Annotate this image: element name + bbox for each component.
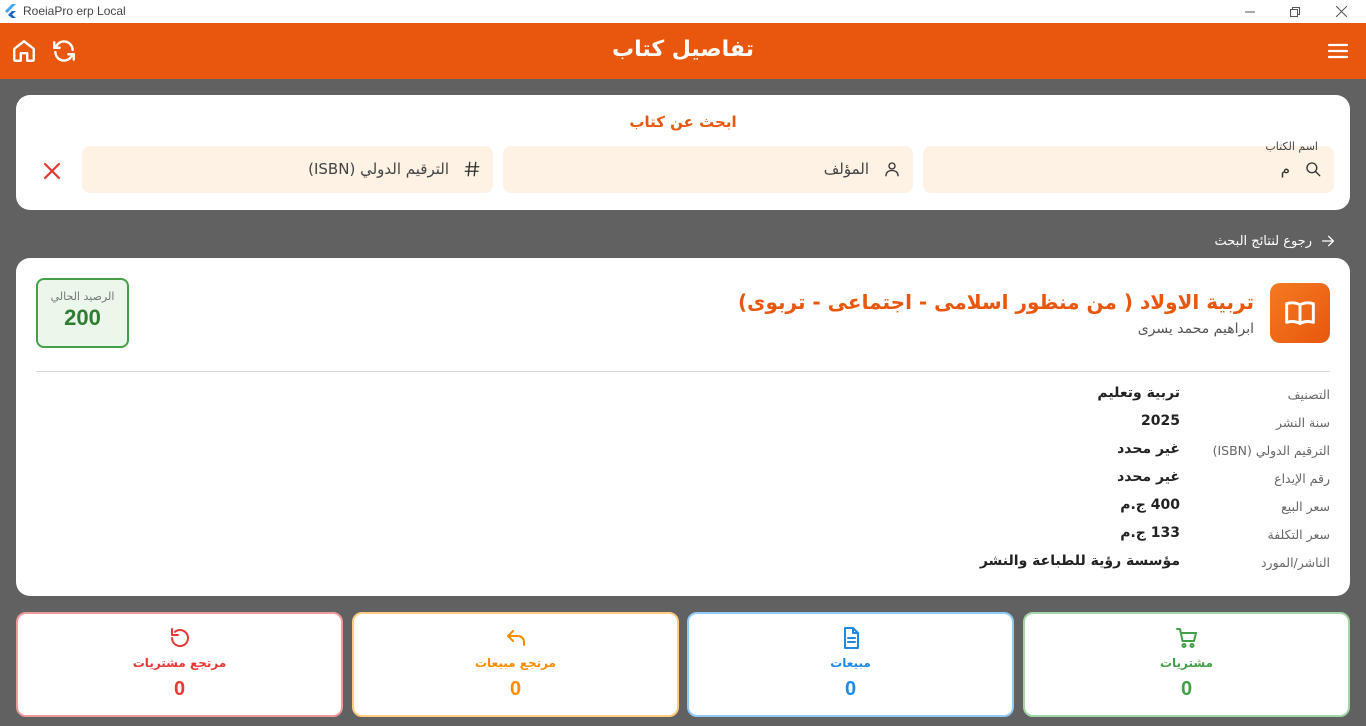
open-book-icon [1285,301,1315,326]
current-balance-box: الرصيد الحالي 200 [36,278,129,348]
info-label: الناشر/المورد [1260,555,1330,570]
stat-card-purchases[interactable]: مشتريات 0 [1023,612,1350,717]
restore-icon [1290,6,1300,17]
clear-search-button[interactable] [42,161,62,181]
back-link-label: رجوع لنتائج البحث [1214,233,1312,249]
stat-card-sales[interactable]: مبيعات 0 [687,612,1014,717]
info-label: التصنيف [1287,387,1330,402]
search-title: ابحث عن كتاب [629,113,737,131]
book-name-label: اسم الكتاب [1265,140,1318,153]
app-bar: تفاصيل كتاب [0,23,1366,79]
book-name-field[interactable]: اسم الكتاب م [923,140,1334,193]
info-label: الترقيم الدولي (ISBN) [1212,443,1330,458]
info-row-deposit-number: رقم الإيداع غير محدد [730,469,1330,489]
window-titlebar: RoeiaPro erp Local [0,0,1366,23]
stat-card-purchase-returns[interactable]: مرتجع مشتريات 0 [16,612,343,717]
stat-value: 0 [1180,678,1193,700]
isbn-input[interactable]: الترقيم الدولي (ISBN) [308,160,449,178]
back-to-results-link[interactable]: رجوع لنتائج البحث [1215,233,1336,249]
minimize-button[interactable] [1227,0,1273,23]
stat-label: مبيعات [830,656,871,670]
info-value: 2025 [1141,413,1180,429]
isbn-field[interactable]: الترقيم الدولي (ISBN) [82,146,493,193]
hash-icon [463,160,481,178]
page-title: تفاصيل كتاب [611,37,755,62]
stat-value: 0 [844,678,857,700]
info-value: 133 ج.م [1120,525,1180,541]
info-label: سعر التكلفة [1267,527,1331,542]
info-row-category: التصنيف تربية وتعليم [730,385,1330,405]
stat-label: مرتجع مشتريات [132,656,227,670]
stat-value: 0 [509,678,522,700]
minimize-icon [1245,11,1255,12]
info-row-isbn: الترقيم الدولي (ISBN) غير محدد [730,441,1330,461]
close-icon [1335,6,1347,17]
balance-label: الرصيد الحالي [50,290,115,303]
balance-value: 200 [64,305,101,330]
book-badge [1270,283,1330,343]
info-value: غير محدد [1117,469,1180,485]
stat-value: 0 [173,678,186,700]
close-icon [43,162,61,180]
refresh-icon [18,626,341,650]
author-field[interactable]: المؤلف [503,146,913,193]
info-label: رقم الإيداع [1274,471,1330,486]
info-value: تربية وتعليم [1097,385,1180,401]
close-window-button[interactable] [1318,0,1364,23]
info-value: 400 ج.م [1120,497,1180,513]
info-row-publisher: الناشر/المورد مؤسسة رؤية للطباعة والنشر [730,553,1330,573]
info-label: سعر البيع [1281,499,1330,514]
stat-card-sales-returns[interactable]: مرتجع مبيعات 0 [352,612,679,717]
window-title: RoeiaPro erp Local [23,4,126,18]
flutter-logo-icon [5,4,16,18]
cart-icon [1025,626,1348,650]
divider [36,371,1330,372]
undo-icon [354,626,677,650]
hamburger-menu-icon [1327,43,1349,59]
stat-label: مشتريات [1159,656,1214,670]
person-icon [883,160,901,178]
search-card: ابحث عن كتاب اسم الكتاب م المؤلف الترقيم… [16,95,1350,210]
stat-label: مرتجع مبيعات [475,656,556,670]
book-details-card: تربية الاولاد ( من منظور اسلامى - اجتماع… [16,258,1350,596]
book-title: تربية الاولاد ( من منظور اسلامى - اجتماع… [737,290,1254,314]
arrow-right-icon [1322,235,1334,247]
info-row-publish-year: سنة النشر 2025 [730,413,1330,433]
book-name-input[interactable]: م [1281,160,1290,178]
info-value: مؤسسة رؤية للطباعة والنشر [979,553,1180,569]
info-value: غير محدد [1117,441,1180,457]
restore-button[interactable] [1272,0,1318,23]
menu-button[interactable] [1324,37,1352,65]
info-row-cost-price: سعر التكلفة 133 ج.م [730,525,1330,545]
info-label: سنة النشر [1275,415,1330,430]
document-icon [689,626,1012,650]
author-input[interactable]: المؤلف [824,160,869,178]
info-row-sale-price: سعر البيع 400 ج.م [730,497,1330,517]
book-author: ابراهيم محمد يسرى [1137,321,1254,337]
search-icon [1304,160,1322,178]
